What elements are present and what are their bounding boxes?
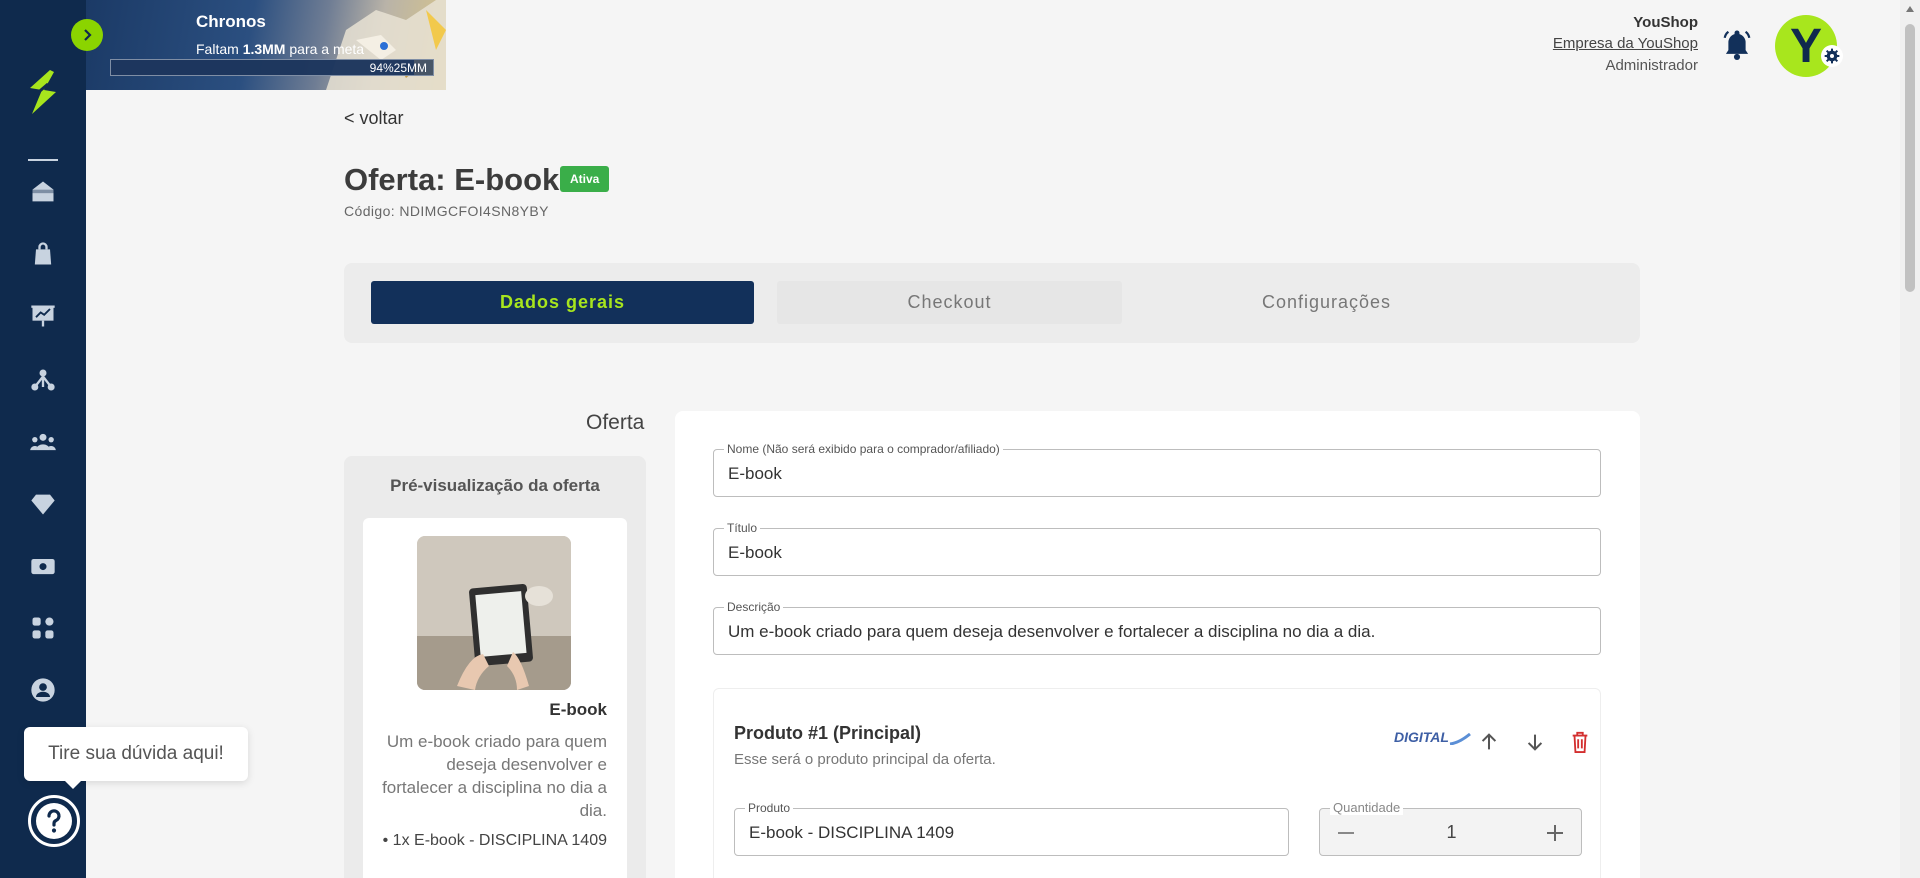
description-field[interactable]: Descrição Um e-book criado para quem des… [713,600,1601,655]
tabs-bar: Dados gerais Checkout Configurações [344,263,1640,343]
name-field-label: Nome (Não será exibido para o comprador/… [724,442,1003,456]
question-icon [36,803,72,839]
quantity-label: Quantidade [1330,801,1404,815]
move-down-icon[interactable] [1522,729,1548,755]
brand-logo[interactable] [20,66,66,118]
scroll-thumb[interactable] [1905,24,1915,292]
gear-icon[interactable] [1821,45,1843,67]
help-button[interactable] [28,795,80,847]
product-subtitle: Esse será o produto principal da oferta. [734,751,996,768]
description-field-label: Descrição [724,600,784,614]
affiliates-network-icon[interactable] [27,364,59,396]
tab-checkout[interactable]: Checkout [777,281,1122,324]
section-title: Oferta [586,411,645,434]
shopping-bag-icon[interactable] [27,238,59,270]
tab-configuracoes[interactable]: Configurações [1154,281,1499,324]
banner-toggle-button[interactable] [71,19,103,51]
sidebar-divider [28,159,58,161]
description-field-value[interactable]: Um e-book criado para quem deseja desenv… [728,622,1375,642]
banner-subtitle: Faltam 1.3MM para a meta [196,41,365,57]
user-circle-icon[interactable] [27,674,59,706]
goal-progress-bar: 94%25MM [110,59,434,76]
presentation-chart-icon[interactable] [27,300,59,332]
plus-icon[interactable] [1543,821,1567,845]
name-field-value[interactable]: E-book [728,464,782,484]
company-link[interactable]: Empresa da YouShop [1553,35,1698,52]
goal-banner[interactable]: Chronos Faltam 1.3MM para a meta 94%25MM [86,0,446,90]
move-up-icon[interactable] [1476,729,1502,755]
title-field[interactable]: Título E-book [713,521,1601,576]
product-title: Produto #1 (Principal) [734,723,922,743]
page-scrollbar[interactable] [1900,0,1920,878]
offer-product-image [417,536,571,690]
preview-offer-item: • 1x E-book - DISCIPLINA 1409 [382,832,607,849]
user-role: Administrador [1605,57,1698,74]
scroll-up-arrow-icon[interactable] [1906,6,1914,12]
product-select-field[interactable]: Produto E-book - DISCIPLINA 1409 [734,801,1289,856]
offer-preview-card: Pré-visualização da oferta E-book Um e-b… [344,456,646,878]
trash-icon[interactable] [1567,729,1593,755]
back-link[interactable]: < voltar [344,108,404,129]
status-badge: Ativa [560,166,610,192]
goal-progress-fill [111,60,414,75]
bell-icon[interactable] [1722,28,1752,60]
page-title: Oferta: E-book [344,162,560,197]
banner-title: Chronos [196,12,266,31]
digital-type-badge: DIGITAL [1394,729,1471,746]
diamond-icon[interactable] [27,488,59,520]
goal-progress-text: 94%25MM [369,61,427,75]
title-field-label: Título [724,521,761,535]
offer-code: Código: NDIMGCFOI4SN8YBY [344,203,549,219]
users-group-icon[interactable] [27,426,59,458]
preview-content: E-book Um e-book criado para quem deseja… [363,518,627,878]
apps-grid-icon[interactable] [27,612,59,644]
name-field[interactable]: Nome (Não será exibido para o comprador/… [713,442,1601,497]
quantity-stepper[interactable]: Quantidade 1 [1319,801,1582,856]
title-field-value[interactable]: E-book [728,543,782,563]
product-field-label: Produto [745,801,794,815]
money-icon[interactable] [27,550,59,582]
user-info: YouShop Empresa da YouShop Administrador [1553,14,1698,74]
user-name: YouShop [1633,14,1698,31]
offer-form-card: Nome (Não será exibido para o comprador/… [675,411,1640,878]
help-tooltip[interactable]: Tire sua dúvida aqui! [24,727,248,789]
store-icon[interactable] [27,176,59,208]
tab-dados-gerais[interactable]: Dados gerais [371,281,754,324]
preview-heading: Pré-visualização da oferta [390,476,600,495]
preview-offer-description: Um e-book criado para quem deseja desenv… [382,732,607,820]
product-field-value[interactable]: E-book - DISCIPLINA 1409 [749,823,954,843]
preview-offer-name: E-book [549,700,607,719]
product-card: Produto #1 (Principal) Esse será o produ… [713,688,1601,878]
chevron-right-icon [84,29,92,41]
